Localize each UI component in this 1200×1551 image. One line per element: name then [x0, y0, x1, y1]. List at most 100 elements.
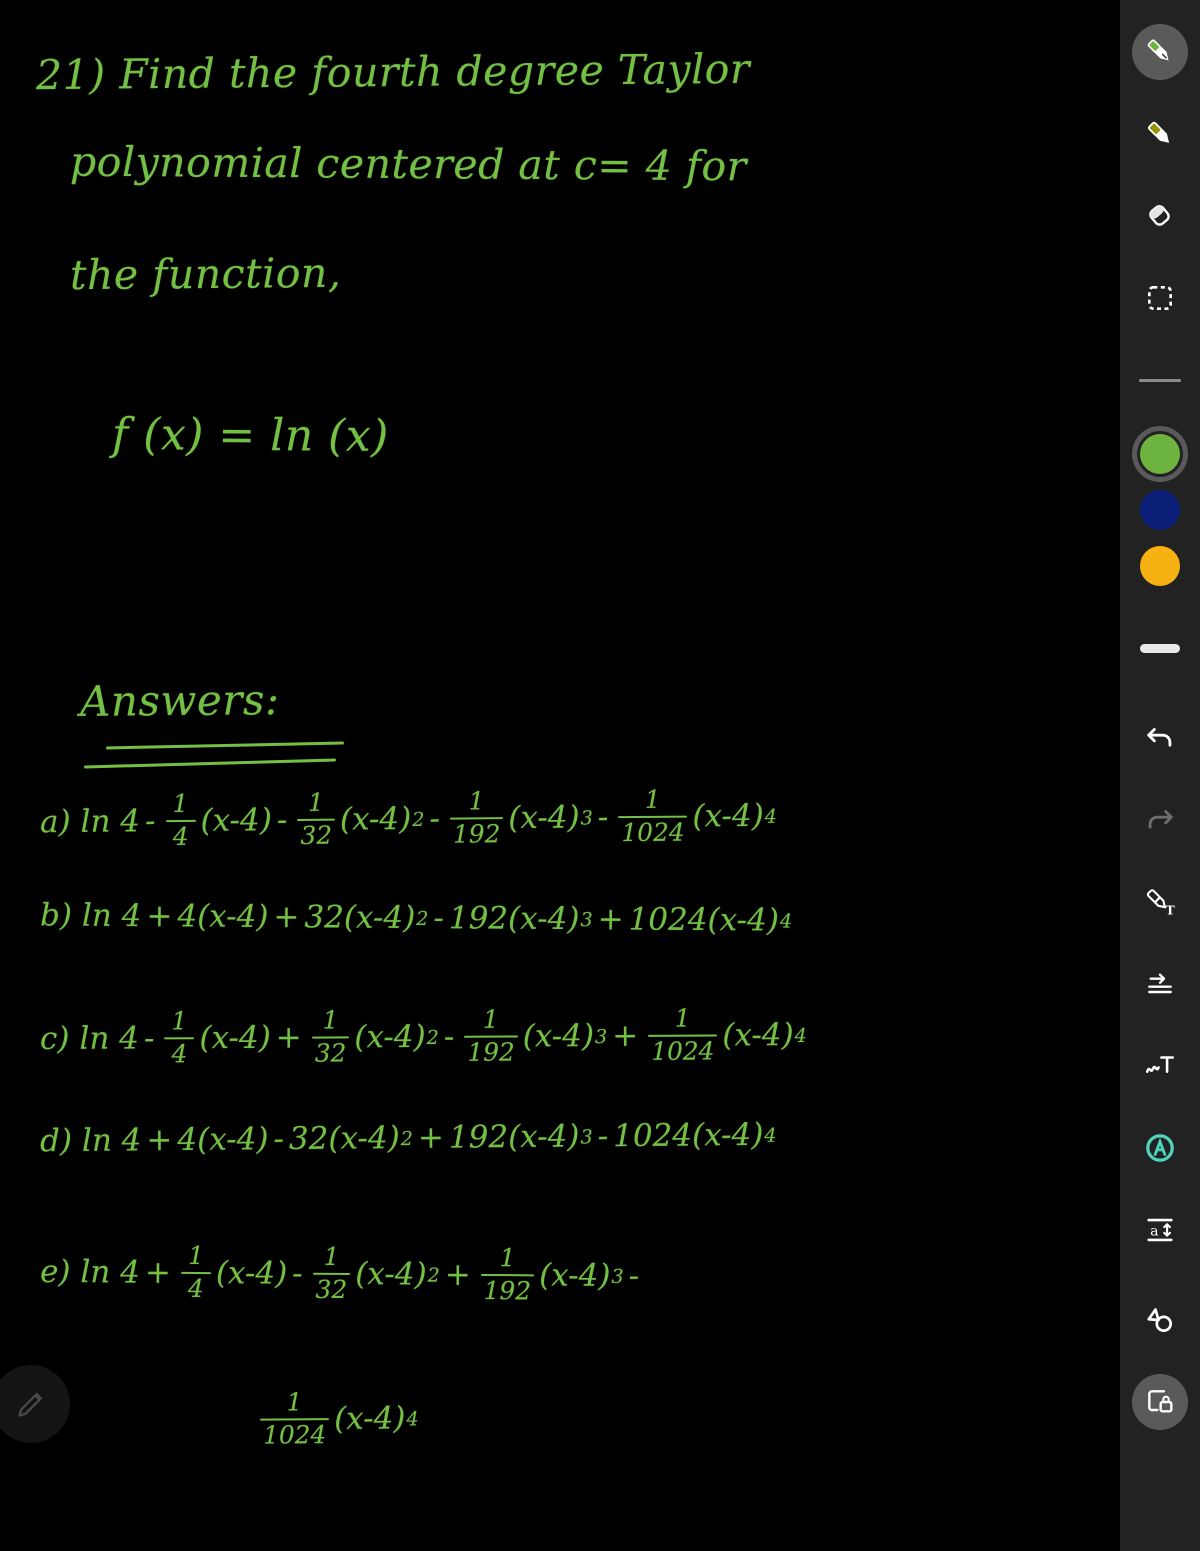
choice-e-term-3-fraction: 1 192	[480, 1243, 535, 1306]
text-size-button[interactable]: a	[1132, 1202, 1188, 1258]
choice-a-term-2-power: 2	[412, 807, 425, 831]
choice-a-lead: ln 4	[80, 803, 141, 840]
green-color-dot	[1140, 434, 1180, 474]
pen-to-text-button[interactable]: T	[1132, 874, 1188, 930]
text-size-icon: a	[1147, 1218, 1173, 1242]
floating-pencil-button[interactable]	[0, 1365, 70, 1443]
pen-tool-button[interactable]	[1132, 24, 1188, 80]
choice-c-term-3-power: 3	[594, 1024, 608, 1048]
choice-c-term-2-op: +	[275, 1019, 302, 1056]
choice-c-term-3-fraction: 1 192	[464, 1004, 518, 1067]
choice-c-term-4-base: (x-4)	[722, 1017, 794, 1054]
choice-a-term-3-op: -	[429, 800, 441, 837]
prompt-line-3: the function,	[69, 248, 342, 300]
undo-button[interactable]	[1132, 710, 1188, 766]
choice-c-term-2-fraction: 1 32	[311, 1005, 350, 1068]
handwriting-canvas[interactable]: 21) Find the fourth degree Taylor polyno…	[0, 0, 1120, 1551]
choice-e-term-3-power: 3	[611, 1264, 624, 1288]
choice-label-e: e)	[39, 1253, 71, 1291]
highlighter-tool-button[interactable]	[1132, 106, 1188, 162]
denominator: 32	[300, 820, 333, 851]
choice-b-term-1-coef: 4	[177, 898, 198, 935]
choice-e-term-1-op: +	[144, 1254, 172, 1291]
choice-b-term-2-power: 2	[416, 906, 429, 930]
choice-d-term-4-op: -	[597, 1118, 609, 1155]
choice-d-term-4-coef: 1024	[612, 1117, 693, 1155]
choice-a-term-4-op: -	[597, 799, 609, 836]
shape-select-icon	[1147, 1308, 1172, 1332]
choice-e-term-2-op: -	[292, 1255, 303, 1292]
choice-a-term-4-base: (x-4)	[692, 797, 764, 835]
choice-d-term-4-base: (x-4)	[691, 1116, 764, 1154]
choice-e-term-2-fraction: 1 32	[312, 1241, 351, 1304]
choice-c-term-3-base: (x-4)	[522, 1018, 595, 1055]
circled-a-icon	[1146, 1134, 1174, 1162]
choice-d-term-1-op: +	[146, 1122, 173, 1159]
lock-page-button[interactable]	[1132, 1374, 1188, 1430]
answer-choice-e[interactable]: e) ln 4 + 1 4 (x-4) - 1 32 (x-4) 2 + 1 19…	[39, 1240, 645, 1306]
choice-c-term-3-op: -	[443, 1018, 455, 1055]
thickness-bar-icon	[1140, 643, 1180, 653]
answer-choice-d[interactable]: d) ln 4 + 4 (x-4) - 32 (x-4) 2 + 192 (x-4…	[40, 1117, 777, 1159]
numerator: 1	[482, 1004, 499, 1034]
color-swatch-green[interactable]	[1132, 426, 1188, 482]
choice-b-term-2-op: +	[273, 899, 300, 936]
answer-choice-c[interactable]: c) ln 4 - 1 4 (x-4) + 1 32 (x-4) 2 - 1 19…	[40, 1004, 807, 1069]
color-swatch-blue[interactable]	[1132, 482, 1188, 538]
pen-icon	[1147, 39, 1169, 61]
choice-e-term-1-fraction: 1 4	[180, 1240, 211, 1303]
choice-e-term-3-base: (x-4)	[539, 1257, 611, 1294]
answers-heading: Answers:	[79, 675, 280, 726]
choice-b-term-4-op: +	[597, 901, 624, 938]
denominator: 192	[452, 819, 501, 849]
numerator: 1	[468, 786, 485, 816]
numerator: 1	[171, 1006, 188, 1036]
amber-color-dot	[1140, 546, 1180, 586]
numerator: 1	[644, 784, 661, 814]
notes-app: 21) Find the fourth degree Taylor polyno…	[0, 0, 1200, 1551]
choice-e-term-2-base: (x-4)	[355, 1256, 427, 1293]
svg-text:T: T	[1166, 902, 1176, 917]
divider-line	[1139, 378, 1181, 382]
choice-label-d: d)	[39, 1122, 73, 1160]
choice-b-lead: ln 4	[81, 897, 142, 935]
choice-c-term-2-power: 2	[426, 1025, 439, 1049]
denominator: 192	[483, 1276, 532, 1306]
answer-choice-e-continuation[interactable]: 1 1024 (x-4) 4	[255, 1387, 419, 1450]
scribble-toggle-button[interactable]	[1132, 1120, 1188, 1176]
stroke-thickness-control[interactable]	[1132, 620, 1188, 676]
choice-a-term-2-base: (x-4)	[339, 801, 412, 838]
denominator: 4	[171, 1039, 188, 1069]
shape-select-button[interactable]	[1132, 1292, 1188, 1348]
redo-button[interactable]	[1132, 792, 1188, 848]
choice-b-term-2-coef: 32	[304, 899, 345, 936]
choice-d-term-3-power: 3	[580, 1124, 593, 1148]
eraser-tool-button[interactable]	[1132, 188, 1188, 244]
choice-b-term-1-op: +	[146, 898, 173, 935]
tool-sidebar[interactable]: T a	[1120, 0, 1200, 1551]
choice-d-term-2-op: -	[273, 1121, 285, 1158]
choice-e-term-1-base: (x-4)	[215, 1255, 288, 1292]
dashed-square-icon	[1148, 286, 1172, 310]
insert-space-icon	[1148, 973, 1172, 994]
insert-space-button[interactable]	[1132, 956, 1188, 1012]
blue-color-dot	[1140, 490, 1180, 530]
choice-b-term-3-op: -	[433, 900, 445, 937]
numerator: 1	[323, 1241, 340, 1271]
color-swatch-amber[interactable]	[1132, 538, 1188, 594]
choice-a-term-1-base: (x-4)	[200, 802, 273, 839]
numerator: 1	[499, 1243, 516, 1273]
scribble-text-button[interactable]	[1132, 1038, 1188, 1094]
numerator: 1	[322, 1005, 339, 1035]
choice-a-term-3-power: 3	[580, 805, 593, 830]
lasso-select-tool-button[interactable]	[1132, 270, 1188, 326]
choice-c-lead: ln 4	[79, 1020, 140, 1057]
choice-e-term-2-power: 2	[427, 1263, 440, 1287]
choice-d-term-3-coef: 192	[448, 1119, 509, 1156]
choice-d-lead: ln 4	[81, 1122, 142, 1159]
answer-choice-a[interactable]: a) ln 4 - 1 4 (x-4) - 1 32 (x-4) 2 - 1 19…	[40, 784, 777, 852]
answer-choice-b[interactable]: b) ln 4 + 4 (x-4) + 32 (x-4) 2 - 192 (x-4…	[40, 897, 792, 938]
numerator: 1	[172, 788, 189, 819]
denominator: 32	[314, 1038, 347, 1068]
numerator: 1	[188, 1240, 205, 1271]
